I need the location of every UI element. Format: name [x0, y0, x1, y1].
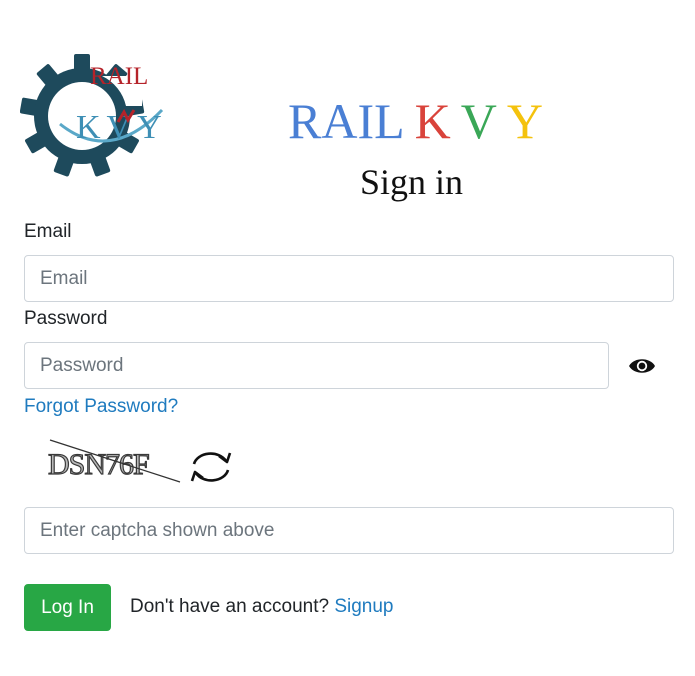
signup-link[interactable]: Signup [334, 596, 393, 617]
password-input[interactable] [24, 342, 609, 389]
refresh-captcha-icon[interactable] [188, 447, 234, 487]
brand-letter-k: K [414, 93, 451, 149]
login-button[interactable]: Log In [24, 584, 111, 631]
captcha-image: DSN76F [47, 439, 181, 483]
password-label: Password [24, 308, 108, 329]
brand-title: RAIL K V Y [288, 96, 543, 146]
page-title: Sign in [360, 162, 464, 202]
email-label: Email [24, 221, 72, 242]
brand-letter-v: V [460, 93, 497, 149]
signup-prompt: Don't have an account? [130, 596, 330, 617]
email-input[interactable] [24, 255, 674, 302]
signup-row: Don't have an account? Signup [130, 596, 394, 618]
brand-letter-y: Y [506, 93, 543, 149]
captcha-input[interactable] [24, 507, 674, 554]
captcha-text: DSN76F [48, 448, 149, 481]
rail-kvy-logo: RAIL KVY [20, 54, 164, 177]
logo-top-text: RAIL [90, 63, 148, 90]
forgot-password-link[interactable]: Forgot Password? [24, 396, 178, 418]
brand-word: RAIL [288, 93, 405, 149]
eye-icon[interactable] [628, 356, 656, 376]
